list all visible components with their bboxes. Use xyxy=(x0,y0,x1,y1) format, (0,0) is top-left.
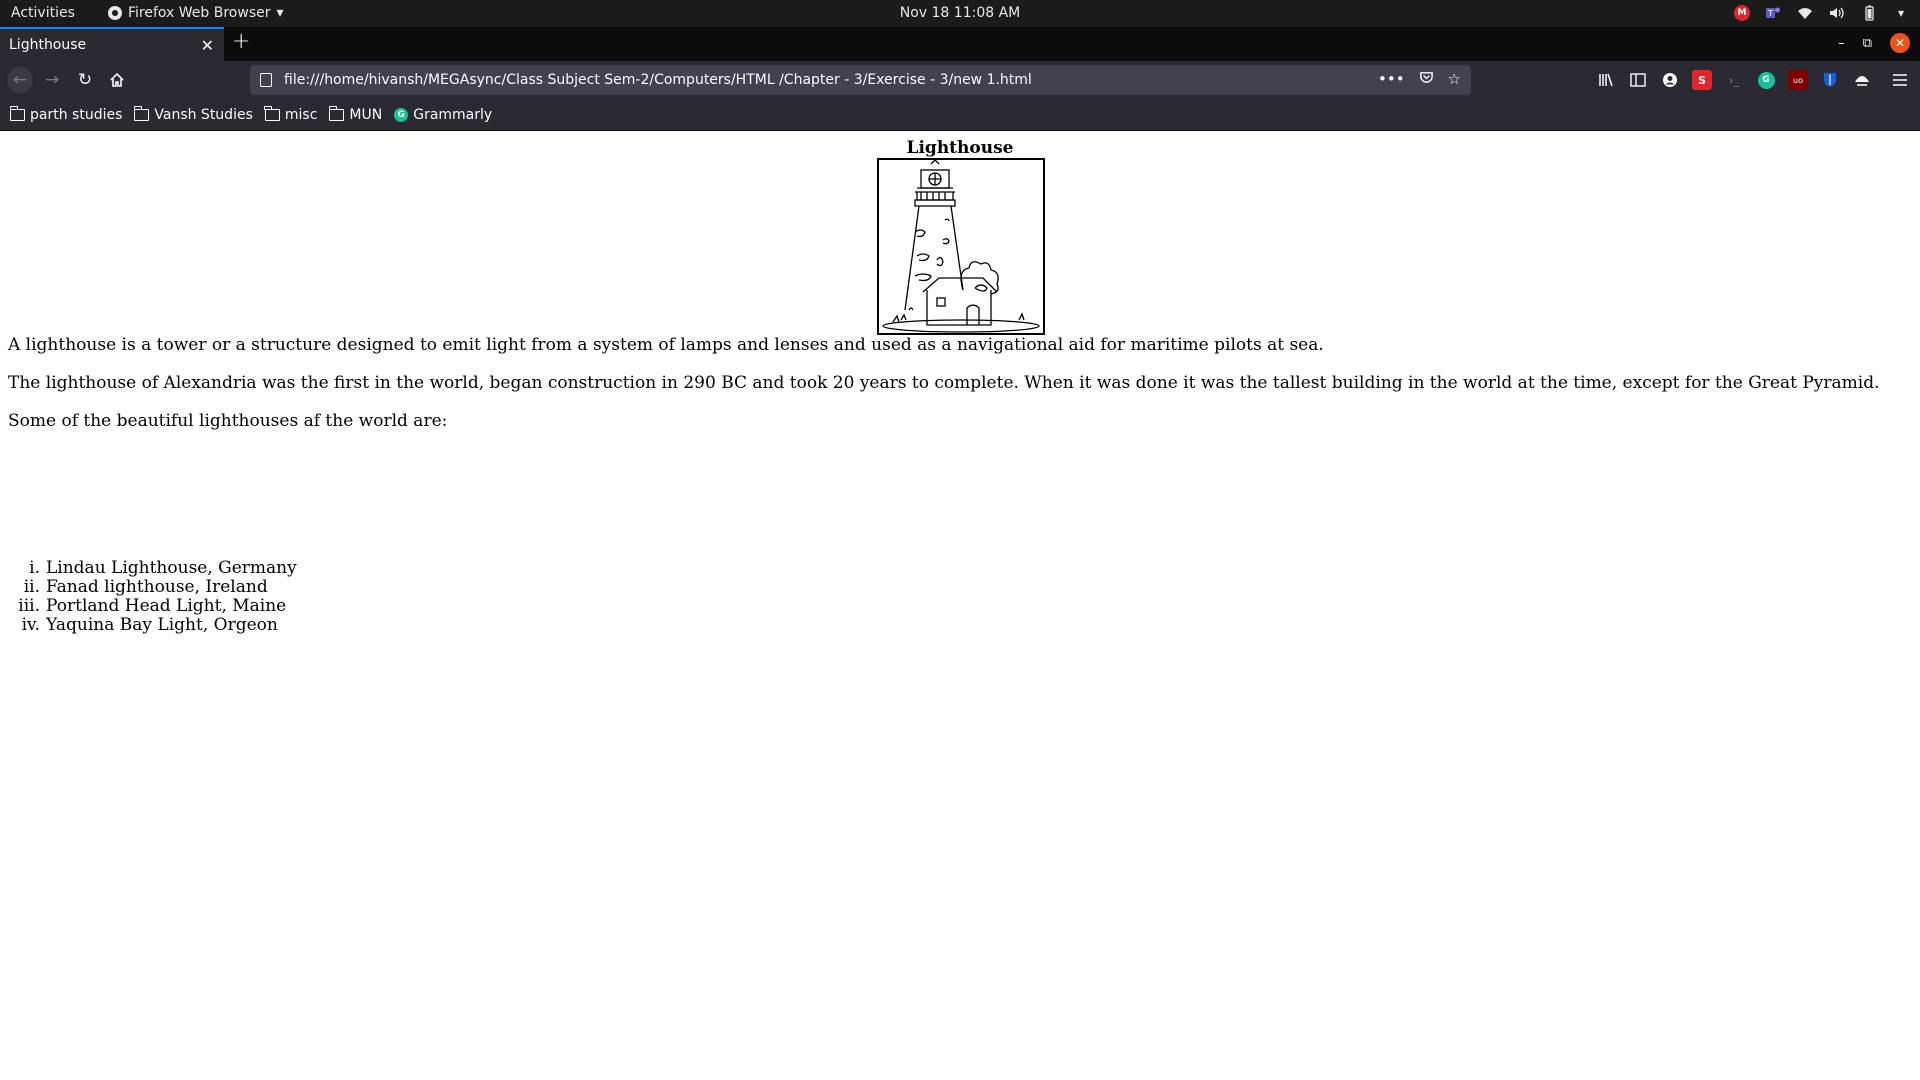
clock[interactable]: Nov 18 11:08 AM xyxy=(0,5,1920,21)
volume-icon[interactable] xyxy=(1828,4,1846,22)
lighthouse-list: i. Lindau Lighthouse, Germany ii. Fanad … xyxy=(8,559,297,635)
minimize-icon[interactable]: – xyxy=(1838,36,1845,51)
terminal-extension-icon[interactable]: ›_ xyxy=(1724,70,1744,90)
folder-icon xyxy=(9,105,25,121)
paragraph-definition: A lighthouse is a tower or a structure d… xyxy=(8,335,1324,355)
navigation-toolbar: ← → ↻ file:///home/hivansh/MEGAsync/Clas… xyxy=(0,61,1920,99)
wifi-icon[interactable] xyxy=(1796,4,1814,22)
tab-close-icon[interactable]: ✕ xyxy=(201,36,214,55)
account-icon[interactable] xyxy=(1660,70,1680,90)
folder-icon xyxy=(133,105,150,121)
bookmark-label: Vansh Studies xyxy=(154,106,253,123)
bookmark-mun[interactable]: MUN xyxy=(328,105,383,123)
grammarly-extension-icon[interactable]: G xyxy=(1756,70,1776,90)
page-actions-icon[interactable]: ••• xyxy=(1378,70,1405,89)
svg-text:T: T xyxy=(1767,9,1773,18)
page-icon xyxy=(260,73,272,87)
hamburger-menu-icon[interactable] xyxy=(1890,70,1910,90)
bookmark-label: misc xyxy=(284,106,318,123)
list-text: Fanad lighthouse, Ireland xyxy=(46,577,268,597)
reload-button[interactable]: ↻ xyxy=(72,67,98,93)
toolbar-extensions: S ›_ G uo xyxy=(1596,70,1910,90)
paragraph-alexandria: The lighthouse of Alexandria was the fir… xyxy=(8,373,1880,393)
tab-strip: Lighthouse ✕ + – ⧉ ✕ xyxy=(0,27,1920,61)
lighthouse-image xyxy=(877,158,1045,335)
url-actions: ••• ☆ xyxy=(1378,70,1461,89)
bookmarks-toolbar: parth studies Vansh Studies misc MUN G G… xyxy=(0,99,1920,131)
bitwarden-icon[interactable] xyxy=(1820,70,1840,90)
lighthouse-drawing xyxy=(882,159,1040,333)
sidebar-icon[interactable] xyxy=(1628,70,1648,90)
figure-caption: Lighthouse xyxy=(906,138,1014,158)
list-text: Lindau Lighthouse, Germany xyxy=(46,558,297,578)
paragraph-list-intro: Some of the beautiful lighthouses af the… xyxy=(8,411,448,431)
bookmark-label: parth studies xyxy=(30,106,123,123)
folder-icon xyxy=(328,105,345,121)
synced-extension-icon[interactable] xyxy=(1852,70,1872,90)
system-menu-caret-icon[interactable]: ▾ xyxy=(1892,4,1910,22)
battery-icon[interactable] xyxy=(1860,4,1878,22)
bookmark-star-icon[interactable]: ☆ xyxy=(1448,70,1461,89)
s-extension-icon[interactable]: S xyxy=(1692,70,1712,90)
folder-icon xyxy=(264,105,280,121)
new-tab-button[interactable]: + xyxy=(232,29,250,54)
system-top-bar: Activities Firefox Web Browser ▾ Nov 18 … xyxy=(0,0,1920,27)
forward-button[interactable]: → xyxy=(39,67,65,93)
tab-title: Lighthouse xyxy=(9,37,87,53)
teams-icon[interactable]: T xyxy=(1764,4,1782,22)
url-text: file:///home/hivansh/MEGAsync/Class Subj… xyxy=(284,72,1032,88)
list-number: ii. xyxy=(23,577,40,597)
tab-lighthouse[interactable]: Lighthouse ✕ xyxy=(0,27,224,61)
bookmark-vansh-studies[interactable]: Vansh Studies xyxy=(133,105,253,123)
bookmark-grammarly[interactable]: G Grammarly xyxy=(394,107,492,123)
back-button[interactable]: ← xyxy=(7,67,33,93)
address-bar[interactable]: file:///home/hivansh/MEGAsync/Class Subj… xyxy=(250,65,1471,95)
list-text: Yaquina Bay Light, Orgeon xyxy=(46,615,278,635)
bookmark-label: Grammarly xyxy=(413,106,493,123)
ublock-icon[interactable]: uo xyxy=(1788,70,1808,90)
home-button[interactable] xyxy=(104,67,130,93)
grammarly-icon: G xyxy=(394,107,409,122)
page-content: Lighthouse A lighthouse is a tower or a … xyxy=(0,131,1920,1080)
system-tray: M T ▾ xyxy=(1734,4,1910,22)
window-controls: – ⧉ ✕ xyxy=(1838,33,1910,53)
list-number: iii. xyxy=(18,596,40,616)
bookmark-label: MUN xyxy=(349,106,383,123)
mega-sync-icon[interactable]: M xyxy=(1734,5,1750,21)
bookmark-misc[interactable]: misc xyxy=(264,105,318,123)
list-item: ii. Fanad lighthouse, Ireland xyxy=(8,578,297,597)
list-text: Portland Head Light, Maine xyxy=(46,596,287,616)
list-number: i. xyxy=(29,558,40,578)
bookmark-parth-studies[interactable]: parth studies xyxy=(9,105,123,123)
pocket-icon[interactable] xyxy=(1419,70,1434,89)
library-icon[interactable] xyxy=(1596,70,1616,90)
list-item: i. Lindau Lighthouse, Germany xyxy=(8,559,297,578)
list-item: iii. Portland Head Light, Maine xyxy=(8,597,297,616)
restore-icon[interactable]: ⧉ xyxy=(1863,36,1872,51)
list-item: iv. Yaquina Bay Light, Orgeon xyxy=(8,616,297,635)
list-number: iv. xyxy=(21,615,40,635)
window-close-button[interactable]: ✕ xyxy=(1890,33,1910,53)
